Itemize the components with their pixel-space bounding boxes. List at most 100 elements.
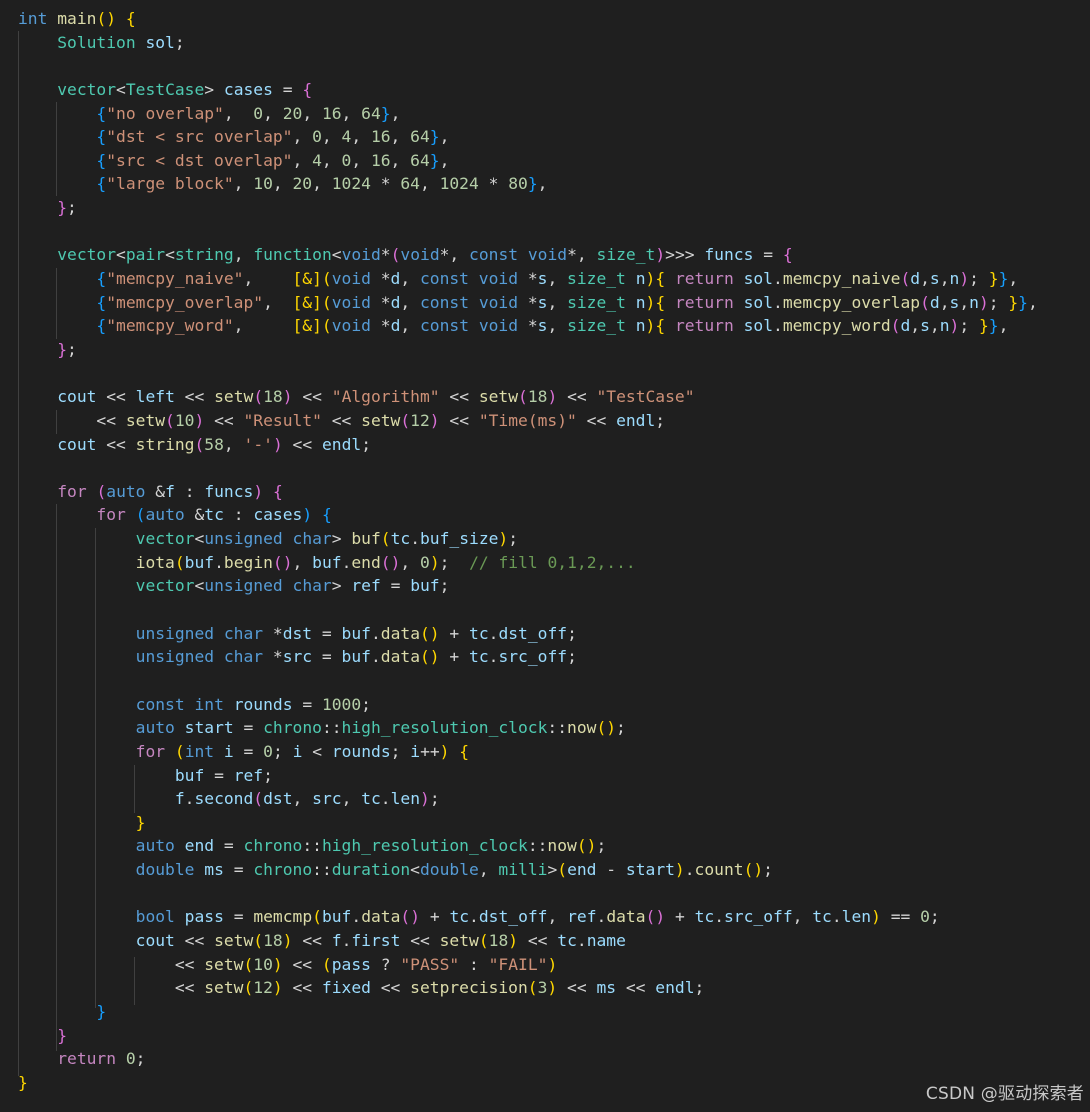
code-line[interactable]: unsigned char *src = buf.data() + tc.src… [18,645,1038,669]
code-line[interactable]: double ms = chrono::duration<double, mil… [18,858,1038,882]
code-line[interactable]: } [18,1024,1038,1048]
code-line[interactable]: cout << setw(18) << f.first << setw(18) … [18,929,1038,953]
code-token: ) [272,978,283,998]
code-line[interactable]: buf = ref; [18,764,1038,788]
code-line[interactable]: vector<unsigned char> buf(tc.buf_size); [18,527,1038,551]
code-token: * [380,245,391,265]
code-line[interactable] [18,220,1038,244]
code-token: i [292,741,303,761]
code-line[interactable]: auto end = chrono::high_resolution_clock… [18,834,1038,858]
code-line[interactable]: unsigned char *dst = buf.data() + tc.dst… [18,622,1038,646]
code-token: ( [321,292,332,312]
code-token: ( [165,410,175,430]
code-token: , [390,150,411,170]
code-line[interactable]: {"no overlap", 0, 20, 16, 64}, [18,102,1038,126]
code-line[interactable] [18,362,1038,386]
code-line[interactable]: iota(buf.begin(), buf.end(), 0); // fill… [18,551,1038,575]
code-token: , [390,127,411,147]
code-token: ; [361,434,371,454]
code-line[interactable] [18,598,1038,622]
code-token: . [714,907,724,927]
code-token: } [429,127,440,147]
code-token: 1024 [331,174,371,194]
code-line[interactable]: }; [18,196,1038,220]
code-line[interactable] [18,669,1038,693]
code-line[interactable]: } [18,1000,1038,1024]
code-line[interactable]: int main() { [18,7,1038,31]
code-line[interactable]: {"memcpy_word", [&](void *d, const void … [18,314,1038,338]
code-token: , [292,789,313,809]
code-token: 18 [488,930,509,950]
code-token: = [753,245,783,265]
code-line[interactable]: {"large block", 10, 20, 1024 * 64, 1024 … [18,172,1038,196]
code-token: = [380,576,411,596]
code-line[interactable]: << setw(10) << (pass ? "PASS" : "FAIL") [18,953,1038,977]
code-line[interactable]: } [18,1071,1038,1095]
code-line[interactable]: for (int i = 0; i < rounds; i++) { [18,740,1038,764]
code-line[interactable]: << setw(10) << "Result" << setw(12) << "… [18,409,1038,433]
code-token: buf [174,765,205,785]
code-token: "memcpy_naive" [106,269,244,289]
code-token: bool [135,907,175,927]
code-token: i [223,741,234,761]
code-token: } [380,103,391,123]
code-line[interactable]: {"memcpy_overlap", [&](void *d, const vo… [18,291,1037,315]
code-line[interactable]: for (auto &f : funcs) { [18,480,1038,504]
code-token: src [312,789,342,809]
code-token: setw [361,410,401,430]
code-token: , [272,174,293,194]
code-line[interactable]: {"memcpy_naive", [&](void *d, const void… [18,267,1038,291]
code-area[interactable]: int main() { Solution sol; vector<TestCa… [18,7,1038,1094]
code-editor[interactable]: int main() { Solution sol; vector<TestCa… [0,0,1090,1112]
code-token: ref [567,907,597,927]
code-token: 16 [321,103,342,123]
code-token: << [18,978,205,998]
code-token: size_t [596,245,656,265]
code-token: 0 [263,741,273,761]
code-token: high_resolution_clock [341,718,548,738]
code-line[interactable] [18,54,1038,78]
code-token: () [400,907,421,927]
code-line[interactable]: << setw(12) << fixed << setprecision(3) … [18,976,1038,1000]
code-token: pair [125,245,166,265]
code-line[interactable]: cout << string(58, '-') << endl; [18,433,1038,457]
code-line[interactable]: bool pass = memcmp(buf.data() + tc.dst_o… [18,905,1038,929]
code-token: ( [478,930,489,950]
code-line[interactable]: f.second(dst, src, tc.len); [18,787,1038,811]
code-line[interactable]: vector<unsigned char> ref = buf; [18,574,1038,598]
code-token: now [547,836,577,856]
code-token: end [567,860,597,880]
code-token: unsigned [204,529,283,549]
code-line[interactable]: {"src < dst overlap", 4, 0, 16, 64}, [18,149,1038,173]
code-line[interactable]: return 0; [18,1047,1038,1071]
code-token: second [194,789,254,809]
code-line[interactable] [18,882,1038,906]
code-token: 20 [282,103,303,123]
code-line[interactable]: cout << left << setw(18) << "Algorithm" … [18,385,1038,409]
code-line[interactable]: } [18,811,1038,835]
code-line[interactable] [18,456,1038,480]
code-line[interactable]: vector<pair<string, function<void*(void*… [18,243,1038,267]
code-line[interactable]: const int rounds = 1000; [18,693,1038,717]
code-line[interactable]: }; [18,338,1038,362]
code-line[interactable]: for (auto &tc : cases) { [18,503,1038,527]
code-token: < [194,529,205,549]
code-token: , [263,292,293,312]
code-line[interactable]: auto start = chrono::high_resolution_clo… [18,716,1038,740]
code-line[interactable]: vector<TestCase> cases = { [18,78,1038,102]
code-token: "large block" [106,174,234,194]
code-line[interactable]: {"dst < src overlap", 0, 4, 16, 64}, [18,125,1038,149]
code-token: buf_size [420,529,499,549]
code-line[interactable]: Solution sol; [18,31,1038,55]
code-token: , [910,316,921,336]
code-token: } [988,316,999,336]
